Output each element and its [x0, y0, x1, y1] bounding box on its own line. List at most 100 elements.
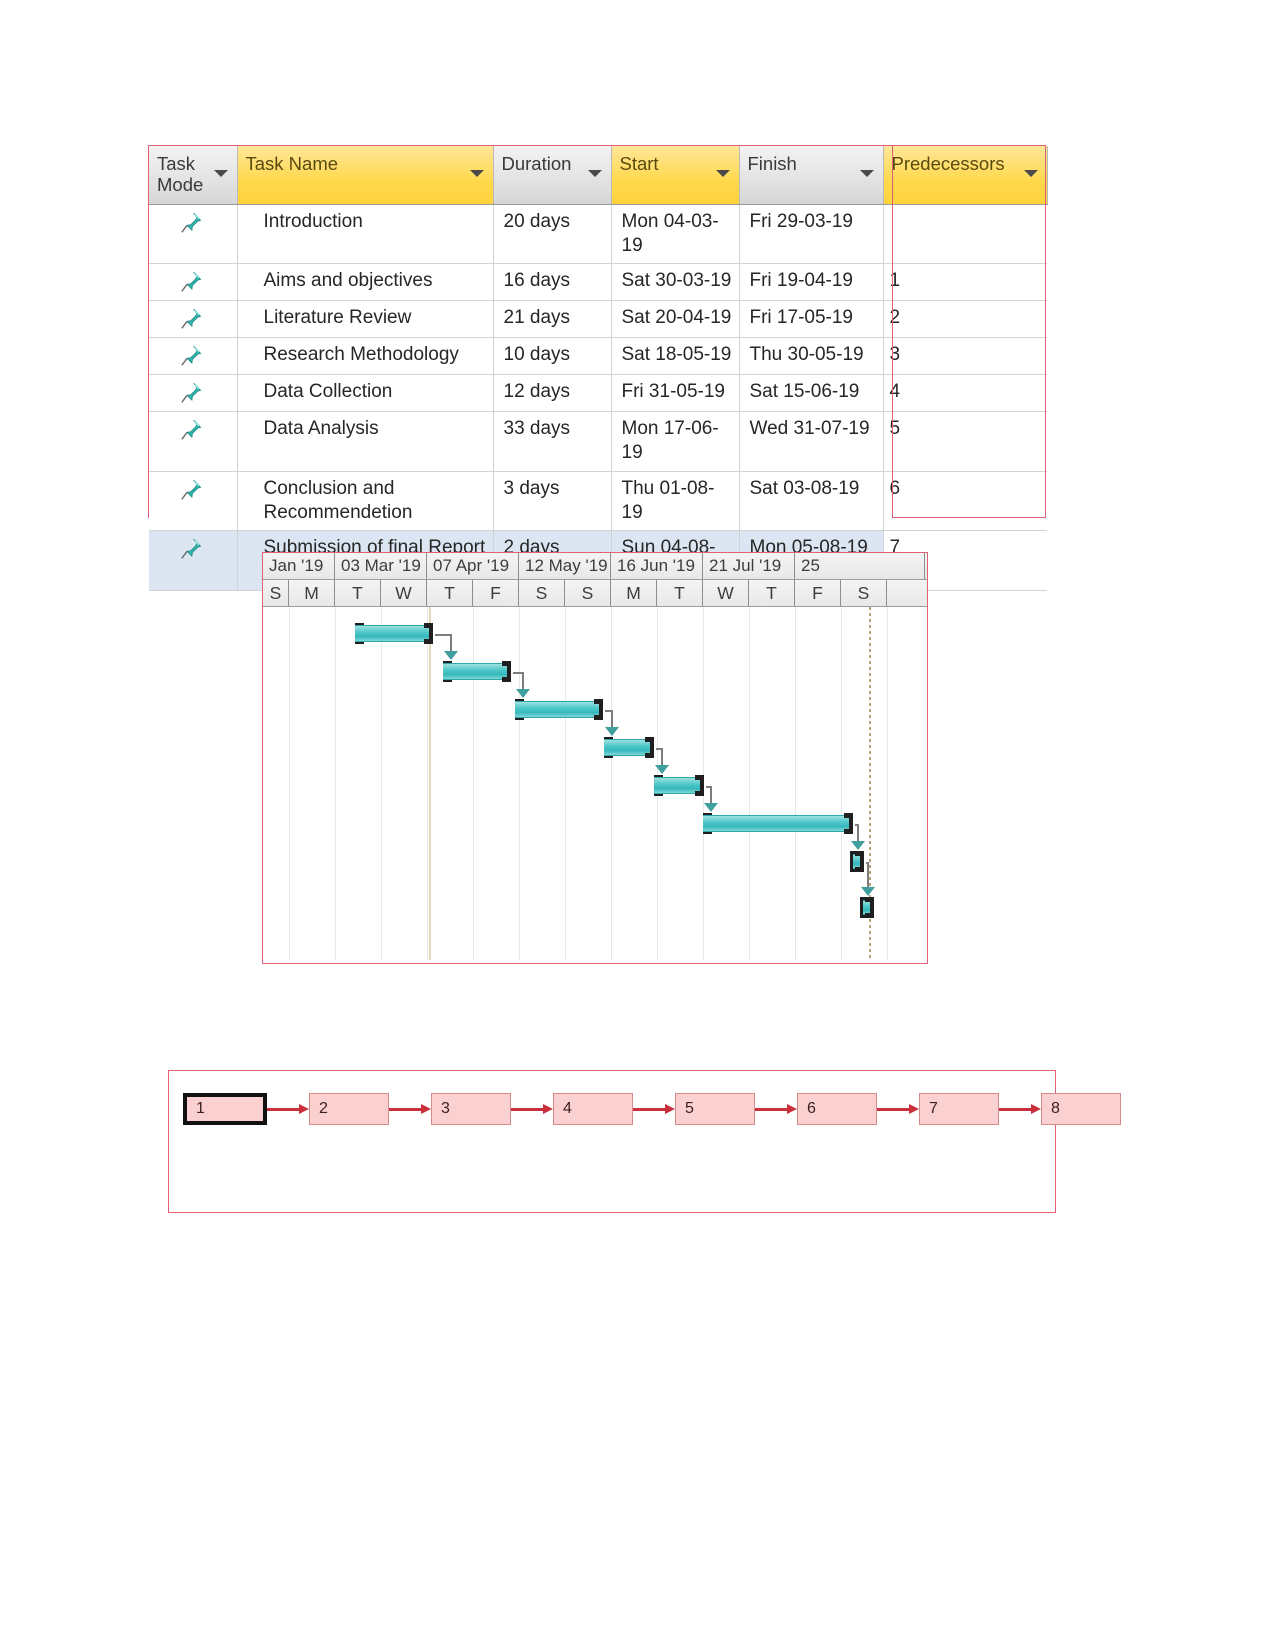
- task-mode-cell[interactable]: [149, 530, 238, 591]
- task-mode-cell[interactable]: [149, 204, 238, 265]
- cell-predecessors[interactable]: 4: [883, 374, 1047, 413]
- gantt-bar[interactable]: [443, 661, 511, 682]
- column-header-task-mode[interactable]: Task Mode: [149, 146, 238, 205]
- cell-start[interactable]: Fri 31-05-19: [611, 374, 740, 413]
- column-header-label: Task Name: [245, 153, 339, 174]
- gantt-bar[interactable]: [515, 699, 603, 720]
- table-row[interactable]: Introduction 20 days Mon 04-03-19 Fri 29-03…: [149, 204, 1047, 265]
- table-row[interactable]: Conclusion and Recommendetion 3 days Thu 0…: [149, 471, 1047, 532]
- gantt-bar[interactable]: [604, 737, 654, 758]
- cell-predecessors[interactable]: [883, 204, 1047, 265]
- gantt-day-tick: T: [749, 580, 795, 606]
- task-mode-cell[interactable]: [149, 374, 238, 413]
- filter-dropdown-icon[interactable]: [469, 170, 484, 177]
- network-node[interactable]: 6: [797, 1093, 877, 1125]
- cell-finish[interactable]: Sat 15-06-19: [739, 374, 884, 413]
- column-header-start[interactable]: Start: [611, 146, 740, 205]
- network-node[interactable]: 7: [919, 1093, 999, 1125]
- table-row[interactable]: Research Methodology 10 days Sat 18-05-19 T…: [149, 337, 1047, 376]
- network-arrow-shaft: [267, 1108, 300, 1111]
- cell-duration[interactable]: 3 days: [493, 471, 612, 532]
- task-mode-cell[interactable]: [149, 263, 238, 302]
- cell-duration[interactable]: 33 days: [493, 411, 612, 472]
- cell-start[interactable]: Mon 04-03-19: [611, 204, 740, 265]
- network-node[interactable]: 3: [431, 1093, 511, 1125]
- cell-finish[interactable]: Fri 29-03-19: [739, 204, 884, 265]
- cell-name[interactable]: Literature Review: [237, 300, 494, 339]
- network-node[interactable]: 4: [553, 1093, 633, 1125]
- column-header-task-name[interactable]: Task Name: [237, 146, 494, 205]
- gantt-bar[interactable]: [703, 813, 853, 834]
- cell-name[interactable]: Introduction: [237, 204, 494, 265]
- filter-dropdown-icon[interactable]: [715, 170, 730, 177]
- cell-predecessors[interactable]: 2: [883, 300, 1047, 339]
- gantt-chart: Jan '19 03 Mar '19 07 Apr '19 12 May '19 16 …: [262, 552, 928, 964]
- gantt-day-tick: T: [427, 580, 473, 606]
- pushpin-icon: [178, 343, 204, 369]
- network-node[interactable]: 2: [309, 1093, 389, 1125]
- network-arrow-icon: [877, 1104, 919, 1114]
- gantt-day-tick: S: [263, 580, 289, 606]
- filter-dropdown-icon[interactable]: [1023, 170, 1038, 177]
- gantt-gridline: [749, 607, 750, 960]
- pushpin-icon: [178, 477, 204, 503]
- cell-duration[interactable]: 21 days: [493, 300, 612, 339]
- filter-dropdown-icon[interactable]: [859, 170, 874, 177]
- gantt-bar[interactable]: [860, 897, 874, 918]
- column-header-predecessors[interactable]: Predecessors: [883, 146, 1048, 205]
- cell-start[interactable]: Sat 20-04-19: [611, 300, 740, 339]
- link-horizontal-segment: [513, 672, 522, 674]
- cell-name[interactable]: Research Methodology: [237, 337, 494, 376]
- cell-start[interactable]: Sat 30-03-19: [611, 263, 740, 302]
- task-mode-cell[interactable]: [149, 411, 238, 472]
- pushpin-icon: [178, 380, 204, 406]
- cell-predecessors[interactable]: 3: [883, 337, 1047, 376]
- gantt-gridline: [473, 607, 474, 960]
- filter-dropdown-icon[interactable]: [213, 170, 228, 177]
- table-row[interactable]: Aims and objectives 16 days Sat 30-03-19 Fr…: [149, 263, 1047, 302]
- cell-duration[interactable]: 12 days: [493, 374, 612, 413]
- cell-start[interactable]: Thu 01-08-19: [611, 471, 740, 532]
- cell-duration[interactable]: 10 days: [493, 337, 612, 376]
- cell-finish[interactable]: Fri 17-05-19: [739, 300, 884, 339]
- cell-predecessors[interactable]: 1: [883, 263, 1047, 302]
- cell-start[interactable]: Mon 17-06-19: [611, 411, 740, 472]
- task-mode-cell[interactable]: [149, 300, 238, 339]
- gantt-day-header: SMTWTFSSMTWTFS: [263, 580, 927, 607]
- cell-predecessors[interactable]: 6: [883, 471, 1047, 532]
- gantt-bar[interactable]: [355, 623, 433, 644]
- cell-name[interactable]: Aims and objectives: [237, 263, 494, 302]
- cell-finish[interactable]: Fri 19-04-19: [739, 263, 884, 302]
- cell-start[interactable]: Sat 18-05-19: [611, 337, 740, 376]
- gantt-bar[interactable]: [850, 851, 864, 872]
- cell-finish[interactable]: Wed 31-07-19: [739, 411, 884, 472]
- cell-predecessors[interactable]: 5: [883, 411, 1047, 472]
- cell-duration[interactable]: 20 days: [493, 204, 612, 265]
- network-node[interactable]: 1: [183, 1093, 267, 1125]
- task-mode-cell[interactable]: [149, 337, 238, 376]
- cell-finish[interactable]: Thu 30-05-19: [739, 337, 884, 376]
- gantt-month-header: Jan '19 03 Mar '19 07 Apr '19 12 May '19 16 …: [263, 553, 927, 580]
- gantt-bar-fill: [703, 815, 853, 832]
- cell-name[interactable]: Data Analysis: [237, 411, 494, 472]
- task-mode-cell[interactable]: [149, 471, 238, 532]
- network-node[interactable]: 5: [675, 1093, 755, 1125]
- network-node[interactable]: 8: [1041, 1093, 1121, 1125]
- table-row[interactable]: Literature Review 21 days Sat 20-04-19 Fri …: [149, 300, 1047, 339]
- cell-name[interactable]: Conclusion and Recommendetion: [237, 471, 494, 532]
- network-arrow-icon: [633, 1104, 675, 1114]
- network-arrow-shaft: [389, 1108, 422, 1111]
- network-diagram-chain: 1 2 3 4 5 6 7 8: [183, 1093, 1121, 1125]
- cell-duration[interactable]: 16 days: [493, 263, 612, 302]
- table-row[interactable]: Data Collection 12 days Fri 31-05-19 Sat 15…: [149, 374, 1047, 413]
- gantt-gridline: [565, 607, 566, 960]
- column-header-duration[interactable]: Duration: [493, 146, 612, 205]
- cell-finish[interactable]: Sat 03-08-19: [739, 471, 884, 532]
- task-table: Task Mode Task Name Duration Start Finish Pre…: [149, 146, 1048, 591]
- table-row[interactable]: Data Analysis 33 days Mon 17-06-19 Wed 31-0…: [149, 411, 1047, 472]
- gantt-bar[interactable]: [654, 775, 704, 796]
- filter-dropdown-icon[interactable]: [587, 170, 602, 177]
- cell-name[interactable]: Data Collection: [237, 374, 494, 413]
- column-header-finish[interactable]: Finish: [739, 146, 884, 205]
- task-table-header: Task Mode Task Name Duration Start Finish Pre…: [149, 146, 1048, 205]
